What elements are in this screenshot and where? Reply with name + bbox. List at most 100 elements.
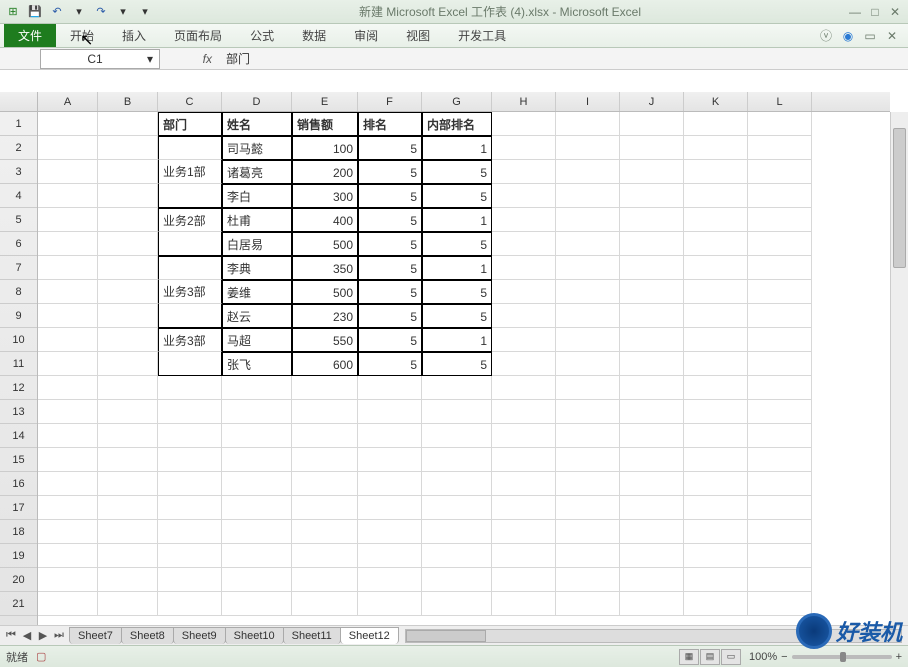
prev-sheet-icon[interactable]: ◀ bbox=[20, 629, 34, 642]
cell[interactable] bbox=[556, 496, 620, 520]
cell[interactable] bbox=[158, 136, 222, 160]
cell[interactable] bbox=[98, 376, 158, 400]
row-header[interactable]: 11 bbox=[0, 352, 37, 376]
scroll-thumb[interactable] bbox=[893, 128, 906, 268]
cell[interactable] bbox=[556, 160, 620, 184]
cell[interactable] bbox=[492, 160, 556, 184]
cell[interactable] bbox=[492, 352, 556, 376]
cell[interactable] bbox=[684, 208, 748, 232]
col-header[interactable]: F bbox=[358, 92, 422, 111]
formula-input[interactable]: 部门 bbox=[220, 50, 908, 67]
cell[interactable] bbox=[358, 448, 422, 472]
cell[interactable] bbox=[492, 256, 556, 280]
cell[interactable]: 1 bbox=[422, 256, 492, 280]
cell[interactable] bbox=[222, 592, 292, 616]
cell[interactable] bbox=[748, 424, 812, 448]
cell[interactable] bbox=[222, 496, 292, 520]
cell[interactable] bbox=[492, 184, 556, 208]
col-header[interactable]: E bbox=[292, 92, 358, 111]
cell[interactable] bbox=[556, 568, 620, 592]
cell[interactable] bbox=[748, 136, 812, 160]
cell[interactable] bbox=[98, 280, 158, 304]
cell[interactable] bbox=[556, 328, 620, 352]
minimize-icon[interactable]: — bbox=[846, 4, 864, 20]
cell[interactable] bbox=[684, 400, 748, 424]
col-header[interactable]: A bbox=[38, 92, 98, 111]
cell[interactable] bbox=[492, 112, 556, 136]
cell[interactable]: 白居易 bbox=[222, 232, 292, 256]
cell[interactable] bbox=[158, 376, 222, 400]
cell[interactable] bbox=[98, 568, 158, 592]
cell[interactable] bbox=[358, 496, 422, 520]
cell[interactable] bbox=[158, 448, 222, 472]
cell[interactable] bbox=[556, 400, 620, 424]
help-icon[interactable]: ◉ bbox=[840, 28, 856, 44]
save-icon[interactable]: 💾 bbox=[26, 3, 44, 21]
cell[interactable] bbox=[38, 352, 98, 376]
cell[interactable]: 5 bbox=[358, 328, 422, 352]
select-all-triangle[interactable] bbox=[0, 92, 38, 112]
name-box[interactable]: C1 ▾ bbox=[40, 49, 160, 69]
cell[interactable] bbox=[492, 328, 556, 352]
cell[interactable] bbox=[556, 544, 620, 568]
cell[interactable] bbox=[292, 544, 358, 568]
next-sheet-icon[interactable]: ▶ bbox=[36, 629, 50, 642]
cell[interactable] bbox=[422, 472, 492, 496]
cell[interactable]: 张飞 bbox=[222, 352, 292, 376]
cell[interactable]: 200 bbox=[292, 160, 358, 184]
cell[interactable]: 姓名 bbox=[222, 112, 292, 136]
cell[interactable]: 杜甫 bbox=[222, 208, 292, 232]
cell[interactable] bbox=[620, 328, 684, 352]
cell[interactable] bbox=[158, 544, 222, 568]
cell[interactable] bbox=[422, 544, 492, 568]
cell[interactable] bbox=[684, 184, 748, 208]
cell[interactable] bbox=[684, 496, 748, 520]
cell[interactable] bbox=[38, 136, 98, 160]
cell[interactable] bbox=[222, 568, 292, 592]
cell[interactable] bbox=[684, 112, 748, 136]
ribbon-tab[interactable]: 开发工具 bbox=[444, 24, 520, 47]
page-layout-view-icon[interactable]: ▤ bbox=[700, 649, 720, 665]
cell[interactable] bbox=[98, 256, 158, 280]
cell[interactable] bbox=[620, 496, 684, 520]
cell[interactable] bbox=[422, 400, 492, 424]
cell[interactable] bbox=[748, 352, 812, 376]
cell[interactable] bbox=[748, 496, 812, 520]
cell[interactable] bbox=[358, 520, 422, 544]
cell[interactable] bbox=[748, 160, 812, 184]
cell[interactable]: 5 bbox=[422, 184, 492, 208]
ribbon-tab[interactable]: 插入 bbox=[108, 24, 160, 47]
cell[interactable] bbox=[620, 592, 684, 616]
cell[interactable] bbox=[98, 304, 158, 328]
cell[interactable] bbox=[98, 160, 158, 184]
cell[interactable]: 司马懿 bbox=[222, 136, 292, 160]
cell[interactable] bbox=[158, 352, 222, 376]
cell[interactable] bbox=[620, 256, 684, 280]
cell[interactable] bbox=[158, 400, 222, 424]
cell[interactable] bbox=[358, 544, 422, 568]
cell[interactable] bbox=[556, 448, 620, 472]
cell[interactable] bbox=[98, 136, 158, 160]
cell[interactable] bbox=[684, 136, 748, 160]
cell[interactable]: 5 bbox=[422, 232, 492, 256]
row-header[interactable]: 2 bbox=[0, 136, 37, 160]
cell[interactable]: 5 bbox=[422, 352, 492, 376]
cell[interactable] bbox=[684, 448, 748, 472]
cell[interactable] bbox=[620, 280, 684, 304]
cell[interactable] bbox=[422, 568, 492, 592]
cell[interactable] bbox=[492, 472, 556, 496]
cell[interactable] bbox=[492, 304, 556, 328]
cell[interactable] bbox=[492, 136, 556, 160]
cell[interactable] bbox=[38, 400, 98, 424]
row-header[interactable]: 16 bbox=[0, 472, 37, 496]
cell[interactable] bbox=[556, 112, 620, 136]
cell[interactable] bbox=[748, 280, 812, 304]
fx-icon[interactable]: fx bbox=[160, 52, 220, 66]
qat-customize-icon[interactable]: ▾ bbox=[136, 3, 154, 21]
cell[interactable] bbox=[38, 448, 98, 472]
cell[interactable] bbox=[684, 160, 748, 184]
cell[interactable] bbox=[98, 472, 158, 496]
sheet-tab[interactable]: Sheet11 bbox=[283, 627, 341, 644]
cell[interactable] bbox=[98, 520, 158, 544]
row-headers[interactable]: 123456789101112131415161718192021 bbox=[0, 112, 38, 625]
